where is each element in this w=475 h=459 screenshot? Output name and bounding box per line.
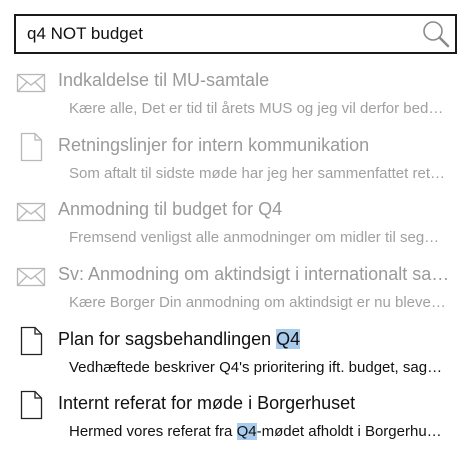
result-item[interactable]: Anmodning til budget for Q4 Fremsend ven… (0, 191, 475, 256)
mail-icon (16, 196, 46, 226)
snippet-text: -mødet afholdt i Borgerhuset i sidste ug… (256, 423, 446, 441)
search-highlight: Q4 (236, 423, 257, 441)
document-icon (16, 326, 46, 356)
result-item[interactable]: Indkaldelse til MU-samtale Kære alle, De… (0, 62, 475, 127)
mail-icon (16, 261, 46, 291)
result-title: Sv: Anmodning om aktindsigt i internatio… (58, 264, 453, 285)
result-snippet: Vedhæftede beskriver Q4's prioritering i… (69, 358, 446, 376)
result-snippet: Kære Borger Din anmodning om aktindsigt … (69, 294, 446, 312)
search-box (14, 14, 457, 54)
title-text: Plan for sagsbehandlingen (58, 328, 277, 349)
result-item[interactable]: Internt referat for møde i Borgerhuset H… (0, 385, 475, 450)
mail-icon (16, 67, 46, 97)
result-snippet: Kære alle, Det er tid til årets MUS og j… (69, 100, 446, 117)
search-highlight: Q4 (276, 328, 301, 349)
result-title: Retningslinjer for intern kommunikation (58, 134, 370, 155)
result-title: Anmodning til budget for Q4 (58, 199, 283, 220)
search-input[interactable] (16, 16, 416, 52)
document-icon (16, 132, 46, 162)
search-icon[interactable] (420, 19, 452, 49)
result-title: Indkaldelse til MU-samtale (58, 70, 270, 90)
result-title: Internt referat for møde i Borgerhuset (58, 393, 356, 414)
results-list: Indkaldelse til MU-samtale Kære alle, De… (0, 62, 475, 450)
result-item[interactable]: Plan for sagsbehandlingen Q4 Vedhæftede … (0, 321, 475, 386)
result-item[interactable]: Sv: Anmodning om aktindsigt i internatio… (0, 256, 475, 321)
snippet-text: Hermed vores referat fra (69, 423, 237, 441)
result-item[interactable]: Retningslinjer for intern kommunikation … (0, 127, 475, 192)
document-icon (16, 390, 46, 420)
result-snippet: Fremsend venligst alle anmodninger om mi… (69, 229, 446, 247)
result-title: Plan for sagsbehandlingen Q4 (58, 328, 453, 350)
result-snippet: Som aftalt til sidste møde har jeg her s… (69, 164, 446, 182)
result-snippet: Hermed vores referat fra Q4-mødet afhold… (69, 422, 446, 441)
